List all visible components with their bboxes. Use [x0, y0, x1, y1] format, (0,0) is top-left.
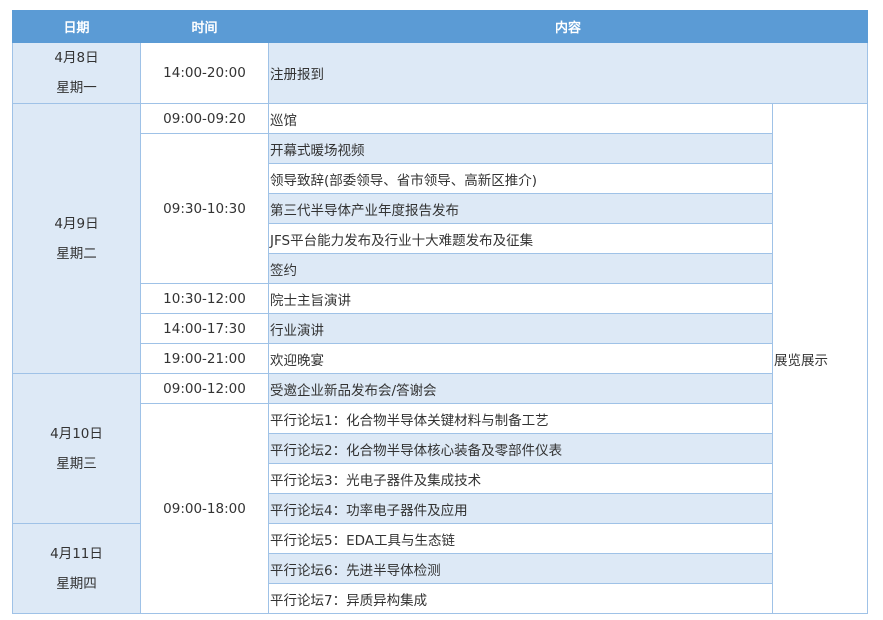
date-label: 4月11日: [50, 545, 103, 562]
table-row: 10:30-12:00 院士主旨演讲: [13, 283, 868, 314]
content-cell: 签约: [268, 253, 773, 284]
content-cell: 欢迎晚宴: [268, 343, 773, 374]
time-cell: 09:00-09:20: [140, 103, 269, 134]
header-row: 日期 时间 内容: [12, 10, 869, 43]
date-label: 4月9日: [54, 215, 99, 232]
time-cell: 19:00-21:00: [140, 343, 269, 374]
table-row: 4月9日 星期二 09:00-09:20 巡馆 展览展示: [12, 103, 869, 614]
table-row: 14:00-17:30 行业演讲: [13, 313, 868, 344]
time-cell: 14:00-17:30: [140, 313, 269, 344]
header-content: 内容: [267, 10, 869, 43]
time-cell: 09:30-10:30: [140, 133, 269, 284]
content-cell: JFS平台能力发布及行业十大难题发布及征集: [268, 223, 773, 254]
weekday-label: 星期四: [56, 575, 97, 592]
content-cell: 注册报到: [267, 42, 869, 104]
content-cell: 行业演讲: [268, 313, 773, 344]
content-cell: 巡馆: [268, 103, 773, 134]
content-cell: 平行论坛6：先进半导体检测: [268, 553, 773, 584]
date-cell: 4月9日 星期二: [12, 103, 141, 374]
schedule-table: 日期 时间 内容 4月8日 星期一 14:00-20:00 注册报到 4月9日 …: [12, 10, 869, 614]
table-row: 19:00-21:00 欢迎晚宴: [13, 343, 868, 374]
content-cell: 领导致辞(部委领导、省市领导、高新区推介): [268, 163, 773, 194]
content-cell: 平行论坛4：功率电子器件及应用: [268, 493, 773, 524]
table-row: 4月8日 星期一 14:00-20:00 注册报到: [12, 42, 869, 104]
content-cell: 开幕式暖场视频: [268, 133, 773, 164]
time-cell: 09:00-18:00: [140, 403, 269, 614]
content-cell: 院士主旨演讲: [268, 283, 773, 314]
content-cell: 受邀企业新品发布会/答谢会: [268, 373, 773, 404]
weekday-label: 星期二: [56, 245, 97, 262]
content-cell: 平行论坛5：EDA工具与生态链: [268, 523, 773, 554]
date-label: 4月10日: [50, 425, 103, 442]
time-cell: 10:30-12:00: [140, 283, 269, 314]
content-cell: 第三代半导体产业年度报告发布: [268, 193, 773, 224]
exhibition-cell: 展览展示: [771, 103, 869, 614]
weekday-label: 星期一: [56, 80, 97, 96]
date-cell: 4月11日 星期四: [12, 523, 141, 614]
date-cell: 4月8日 星期一: [12, 42, 141, 104]
table-row: 09:30-10:30 开幕式暖场视频: [13, 133, 868, 284]
header-date: 日期: [12, 10, 141, 43]
weekday-label: 星期三: [56, 455, 97, 472]
content-cell: 平行论坛3：光电子器件及集成技术: [268, 463, 773, 494]
time-cell: 09:00-12:00: [140, 373, 269, 404]
table-row: 09:00-18:00 平行论坛1：化合物半导体关键材料与制备工艺: [13, 403, 868, 614]
date-label: 4月8日: [54, 50, 99, 66]
date-cell: 4月10日 星期三: [12, 373, 141, 524]
header-time: 时间: [140, 10, 269, 43]
table-row: 4月10日 星期三 09:00-12:00 受邀企业新品发布会/答谢会: [12, 373, 868, 524]
time-cell: 14:00-20:00: [140, 42, 269, 104]
content-cell: 平行论坛7：异质异构集成: [268, 583, 773, 614]
content-cell: 平行论坛1：化合物半导体关键材料与制备工艺: [268, 403, 773, 434]
content-cell: 平行论坛2：化合物半导体核心装备及零部件仪表: [268, 433, 773, 464]
